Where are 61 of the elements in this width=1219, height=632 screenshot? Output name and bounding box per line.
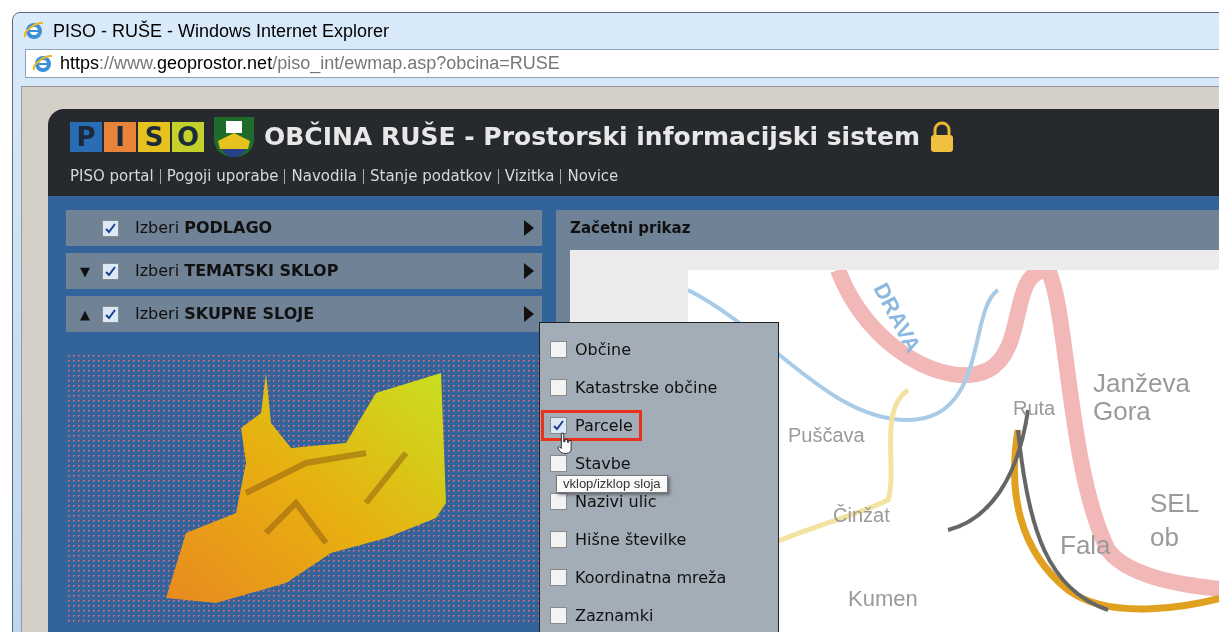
map-label: Ruta — [1013, 397, 1056, 419]
checkmark-icon — [105, 308, 116, 320]
checkbox[interactable] — [550, 493, 567, 510]
map-label: Puščava — [788, 424, 865, 446]
checkbox[interactable] — [102, 219, 119, 237]
panel-title: Izberi PODLAGO — [135, 217, 273, 239]
layer-option[interactable]: Koordinatna mreža — [544, 565, 733, 590]
map-label: Janževa — [1093, 368, 1190, 398]
panel-title: Izberi TEMATSKI SKLOP — [135, 260, 339, 282]
nav-link[interactable]: Pogoji uporabe — [166, 165, 279, 188]
browser-logo-icon — [23, 20, 45, 42]
nav-link[interactable]: Vizitka — [504, 165, 555, 188]
checkbox[interactable] — [550, 379, 567, 396]
triangle-right-icon[interactable] — [524, 220, 534, 236]
triangle-right-icon[interactable] — [524, 306, 534, 322]
toggle-arrow[interactable]: ▼ — [80, 264, 90, 278]
layer-option[interactable]: Parcele — [544, 413, 639, 438]
hand-cursor-icon — [556, 432, 574, 454]
window-title: PISO - RUŠE - Windows Internet Explorer — [53, 19, 390, 43]
checkbox[interactable] — [550, 531, 567, 548]
checkbox[interactable] — [102, 305, 119, 323]
tooltip: vklop/izklop sloja — [556, 475, 668, 493]
panel-header[interactable]: ▲ Izberi SKUPNE SLOJE — [66, 296, 542, 332]
coat-of-arms-icon — [212, 115, 256, 159]
map-label: ob — [1150, 522, 1179, 552]
checkmark-icon — [553, 420, 564, 431]
logo-letter: P — [70, 122, 102, 152]
checkmark-icon — [105, 222, 116, 234]
toggle-arrow[interactable]: ▲ — [80, 307, 90, 321]
layer-option[interactable]: Zaznamki — [544, 603, 660, 628]
layer-option[interactable]: Stavbe — [544, 451, 637, 476]
map-label: Gora — [1093, 396, 1151, 426]
logo-letter: S — [138, 122, 170, 152]
nav-link[interactable]: PISO portal — [70, 165, 154, 188]
map-panel-title: Začetni prikaz — [570, 219, 691, 237]
checkbox[interactable] — [550, 417, 567, 434]
layer-option[interactable]: Občine — [544, 337, 637, 362]
url-text: https://www.geoprostor.net/piso_int/ewmap.asp?obcina=RUSE — [60, 52, 560, 76]
map-label: Kumen — [848, 586, 918, 611]
app-title: OBČINA RUŠE - Prostorski informacijski sistem — [264, 120, 920, 154]
panel-header[interactable]: Izberi PODLAGO — [66, 210, 542, 246]
triangle-right-icon[interactable] — [524, 263, 534, 279]
checkbox[interactable] — [102, 262, 119, 280]
browser-logo-icon — [32, 52, 54, 75]
panel-header[interactable]: ▼ Izberi TEMATSKI SKLOP — [66, 253, 542, 289]
map-label: SEL — [1150, 488, 1200, 518]
padlock-icon — [928, 121, 956, 153]
checkbox[interactable] — [550, 607, 567, 624]
panel-title: Izberi SKUPNE SLOJE — [135, 303, 315, 325]
nav-link[interactable]: Stanje podatkov — [370, 165, 492, 188]
logo-letter: O — [172, 122, 204, 152]
layer-option[interactable]: Hišne številke — [544, 527, 693, 552]
checkbox[interactable] — [550, 455, 567, 472]
checkmark-icon — [105, 265, 116, 277]
address-field[interactable]: https://www.geoprostor.net/piso_int/ewmap.asp?obcina=RUSE — [25, 49, 1219, 78]
nav-link[interactable]: Navodila — [291, 165, 357, 188]
checkbox[interactable] — [550, 341, 567, 358]
logo-letter: I — [104, 122, 136, 152]
checkbox[interactable] — [550, 569, 567, 586]
layer-option[interactable]: Katastrske občine — [544, 375, 724, 400]
nav-link[interactable]: Novice — [567, 165, 619, 188]
